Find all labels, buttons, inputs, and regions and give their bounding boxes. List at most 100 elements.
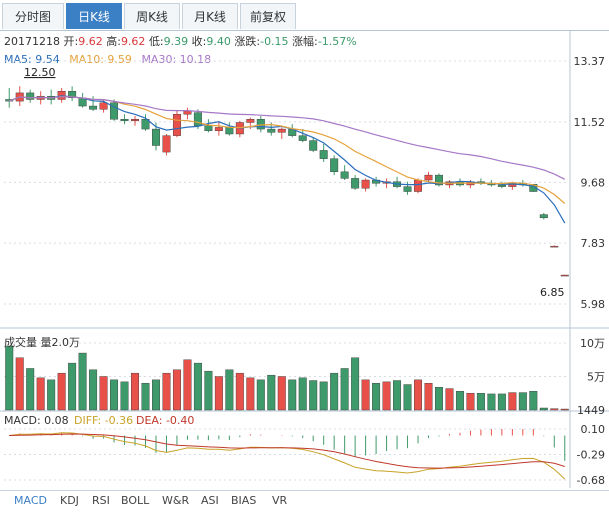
tab-weekly-k[interactable]: 周K线 bbox=[124, 3, 180, 29]
ma10-line bbox=[8, 96, 566, 204]
volume-bar bbox=[529, 391, 538, 411]
volume-bar bbox=[309, 380, 318, 411]
price-tick-label: 5.98 bbox=[581, 298, 606, 311]
indicator-tab-wr[interactable]: W&R bbox=[162, 494, 189, 507]
candle-body bbox=[319, 150, 328, 159]
candle-body bbox=[361, 179, 370, 189]
volume-bar bbox=[162, 372, 171, 411]
kline-candles bbox=[5, 86, 569, 277]
tab-monthly-k[interactable]: 月K线 bbox=[182, 3, 238, 29]
volume-bar bbox=[36, 377, 45, 411]
price-tick-label: 9.68 bbox=[581, 176, 606, 189]
volume-bar bbox=[476, 393, 485, 411]
volume-bar bbox=[193, 362, 202, 411]
volume-bar bbox=[393, 380, 402, 411]
volume-bar bbox=[172, 369, 181, 411]
volume-bar bbox=[435, 387, 443, 411]
candle-body bbox=[152, 128, 160, 146]
volume-bar bbox=[256, 379, 265, 411]
volume-bar bbox=[550, 408, 559, 411]
candle-body bbox=[560, 274, 569, 277]
volume-bar bbox=[487, 393, 496, 411]
volume-bar bbox=[298, 377, 307, 411]
volume-bar bbox=[78, 352, 87, 411]
candle-body bbox=[172, 114, 181, 136]
volume-title: 成交量 量2.0万 bbox=[4, 335, 80, 349]
volume-bar bbox=[330, 372, 339, 411]
indicator-tab-rsi[interactable]: RSI bbox=[92, 494, 110, 507]
volume-bar bbox=[57, 372, 66, 411]
volume-bar bbox=[5, 346, 14, 411]
high-annotation: 12.50 bbox=[24, 66, 56, 79]
candle-body bbox=[256, 119, 265, 130]
volume-bar bbox=[225, 369, 234, 411]
volume-bar bbox=[508, 392, 517, 411]
indicator-tab-macd[interactable]: MACD bbox=[14, 494, 47, 507]
volume-bar bbox=[340, 368, 349, 411]
volume-bar bbox=[445, 388, 454, 411]
tab-timeshare[interactable]: 分时图 bbox=[2, 3, 64, 29]
candle-body bbox=[246, 119, 255, 123]
volume-bar bbox=[110, 379, 119, 411]
candle-body bbox=[330, 158, 339, 173]
volume-bar bbox=[120, 381, 129, 411]
candle-body bbox=[214, 127, 223, 131]
volume-bar bbox=[277, 376, 286, 411]
candle-body bbox=[183, 110, 192, 115]
candle-body bbox=[414, 179, 422, 192]
indicator-tab-asi[interactable]: ASI bbox=[201, 494, 219, 507]
candle-body bbox=[225, 127, 234, 135]
candle-body bbox=[340, 171, 349, 179]
indicator-tab-kdj[interactable]: KDJ bbox=[60, 494, 79, 507]
macd-value-label: MACD: 0.08 bbox=[4, 414, 69, 427]
volume-bar bbox=[288, 379, 297, 411]
volume-bar bbox=[372, 383, 381, 411]
stock-chart[interactable]: 13.37 11.52 9.68 7.83 5.98 10万 5万 1449 0.10 -0.29… bbox=[0, 30, 609, 490]
indicator-tab-vr[interactable]: VR bbox=[272, 494, 287, 507]
dea-value-label: DEA: -0.40 bbox=[136, 414, 194, 427]
macd-tick-label: -0.29 bbox=[577, 449, 605, 462]
macd-panel bbox=[9, 429, 566, 480]
price-tick-label: 7.83 bbox=[581, 237, 606, 250]
indicator-tab-boll[interactable]: BOLL bbox=[121, 494, 149, 507]
price-tick-label: 13.37 bbox=[574, 55, 606, 68]
y-axis-labels: 13.37 11.52 9.68 7.83 5.98 10万 5万 1449 0.10 -0.29… bbox=[574, 55, 606, 487]
volume-bar bbox=[15, 357, 24, 411]
candle-body bbox=[131, 119, 139, 122]
volume-bar bbox=[424, 383, 433, 411]
ma5-line bbox=[8, 95, 566, 224]
volume-bar bbox=[141, 383, 150, 411]
diff-value-label: DIFF: -0.36 bbox=[74, 414, 133, 427]
volume-bar bbox=[414, 379, 422, 411]
volume-bar bbox=[539, 407, 548, 411]
candle-body bbox=[162, 135, 171, 153]
volume-bar bbox=[361, 379, 370, 411]
volume-bar bbox=[497, 393, 506, 411]
volume-tick-label: 1449 bbox=[577, 404, 605, 417]
volume-bar bbox=[214, 376, 223, 411]
volume-bar bbox=[466, 393, 475, 411]
macd-tick-label: -0.68 bbox=[577, 474, 605, 487]
volume-bar bbox=[455, 391, 464, 411]
candle-body bbox=[298, 135, 307, 141]
candle-body bbox=[267, 128, 276, 133]
candle-body bbox=[351, 178, 360, 189]
diff-line bbox=[9, 432, 566, 480]
candle-body bbox=[204, 125, 213, 131]
volume-bar bbox=[518, 392, 527, 411]
volume-bar bbox=[267, 374, 276, 411]
ma-lines bbox=[8, 95, 566, 224]
candle-body bbox=[26, 92, 35, 100]
candle-body bbox=[403, 186, 412, 192]
tab-forward-adjust[interactable]: 前复权 bbox=[240, 3, 296, 29]
volume-bar bbox=[560, 408, 569, 411]
candle-body bbox=[89, 105, 98, 110]
volume-bar bbox=[382, 381, 391, 411]
candle-body bbox=[277, 128, 286, 133]
candle-body bbox=[120, 119, 129, 122]
candle-body bbox=[193, 112, 202, 126]
indicator-tab-bias[interactable]: BIAS bbox=[231, 494, 256, 507]
macd-tick-label: 0.10 bbox=[581, 423, 606, 436]
tab-daily-k[interactable]: 日K线 bbox=[66, 3, 122, 29]
volume-bar bbox=[26, 368, 35, 411]
